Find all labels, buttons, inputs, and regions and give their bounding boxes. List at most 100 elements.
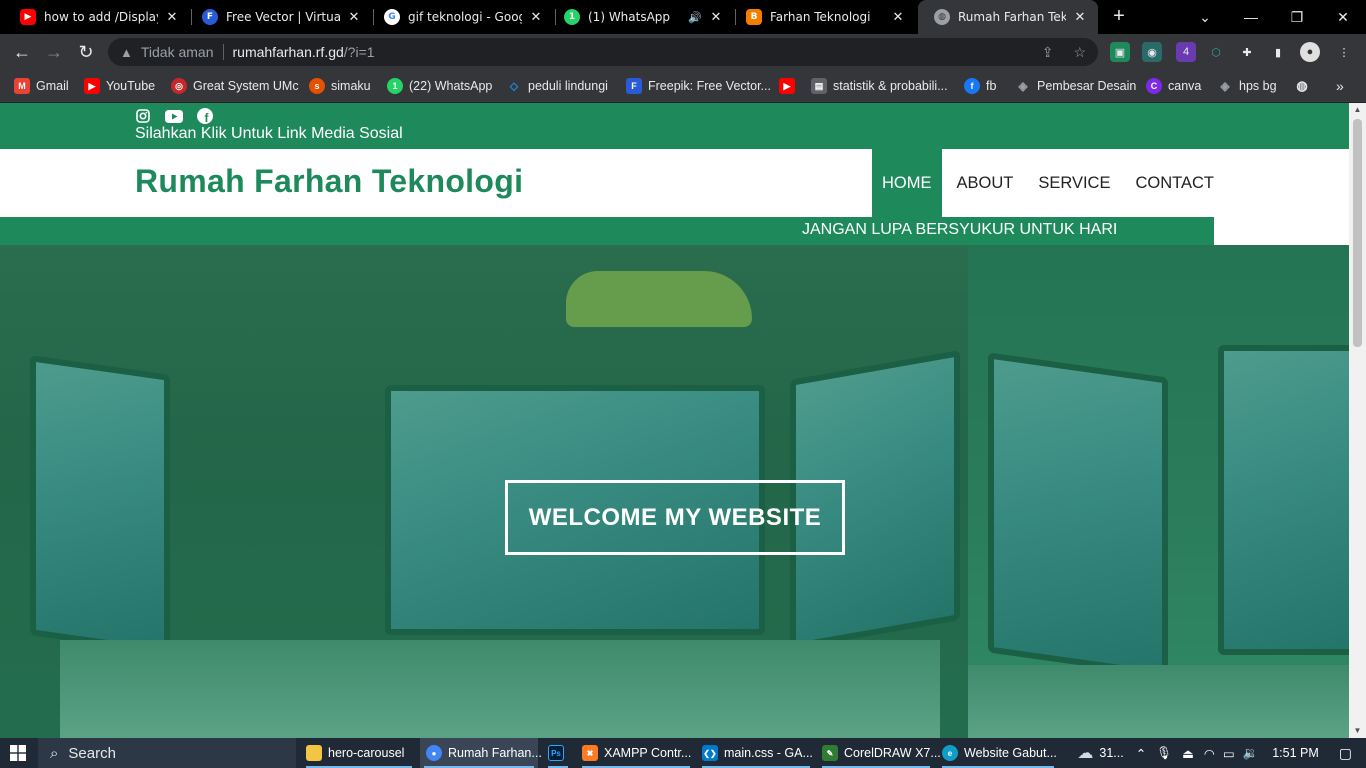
more-bookmarks-icon[interactable]: » xyxy=(1336,76,1344,96)
tab-youtube[interactable]: ▶ how to add /Display G ✕ xyxy=(4,0,190,34)
menu-dots-icon[interactable]: ⋮ xyxy=(1334,42,1354,62)
edge-icon: e xyxy=(942,745,958,761)
close-icon[interactable]: ✕ xyxy=(346,10,362,25)
battery-icon[interactable]: ▭ xyxy=(1223,746,1235,761)
bookmark-pembesar-desain[interactable]: ◈ Pembesar Desain xyxy=(1015,76,1136,96)
bookmark-umc[interactable]: ◎ Great System UMc xyxy=(171,76,299,96)
chevron-up-icon[interactable]: ⌃ xyxy=(1136,746,1146,761)
bookmark-hps-bg[interactable]: ◈ hps bg xyxy=(1217,76,1276,96)
xampp-icon: ✖ xyxy=(582,745,598,761)
bookmark-simaku[interactable]: s simaku xyxy=(309,76,371,96)
extension-icon[interactable]: ▣ xyxy=(1110,42,1130,62)
taskbar-item-edge[interactable]: e Website Gabut... xyxy=(938,738,1058,768)
taskbar-item-vscode[interactable]: ❮❯ main.css - GA... xyxy=(698,738,814,768)
site-brand[interactable]: Rumah Farhan Teknologi xyxy=(135,163,523,200)
profile-avatar[interactable]: ● xyxy=(1300,42,1320,62)
close-icon[interactable]: ✕ xyxy=(890,10,906,25)
extension-icon[interactable]: ◉ xyxy=(1142,42,1162,62)
puzzle-icon[interactable]: ✚ xyxy=(1237,42,1257,62)
taskbar-search[interactable]: ⌕ Search xyxy=(38,738,296,768)
bookmark-gmail[interactable]: M Gmail xyxy=(14,76,69,96)
gmail-icon: M xyxy=(14,78,30,94)
freepik-icon: F xyxy=(202,9,218,25)
security-label[interactable]: Tidak aman xyxy=(141,44,214,60)
bookmarks-bar: M Gmail ▶ YouTube ◎ Great System UMc s simak… xyxy=(0,70,1366,102)
layers-icon: ◈ xyxy=(1220,79,1230,93)
taskbar-item-photoshop[interactable]: Ps xyxy=(544,738,572,768)
google-icon: G xyxy=(384,9,400,25)
scrollbar-thumb[interactable] xyxy=(1353,119,1362,347)
nav-about[interactable]: ABOUT xyxy=(947,149,1024,217)
bookmark-globe[interactable]: ◍ xyxy=(1294,76,1316,96)
extension-icon[interactable]: 4 xyxy=(1176,42,1196,62)
tab-blogger[interactable]: B Farhan Teknologi ✕ xyxy=(730,0,916,34)
close-window-button[interactable]: ✕ xyxy=(1320,0,1366,34)
tab-google[interactable]: G gif teknologi - Google ✕ xyxy=(368,0,554,34)
bookmark-peduli-lindungi[interactable]: ⬦ peduli lindungi xyxy=(506,76,608,96)
bookmark-canva[interactable]: Ccanva xyxy=(1146,76,1201,96)
close-icon[interactable]: ✕ xyxy=(528,10,544,25)
usb-icon[interactable]: ⏏ xyxy=(1182,746,1194,761)
taskbar-item-explorer[interactable]: hero-carousel xyxy=(302,738,416,768)
browser-toolbar: ← → ↻ ▲ Tidak aman rumahfarhan.rf.gd /?i… xyxy=(0,34,1366,70)
taskbar-item-coreldraw[interactable]: ✎ CorelDRAW X7... xyxy=(818,738,941,768)
bookmark-whatsapp[interactable]: 1 (22) WhatsApp xyxy=(387,76,492,96)
nav-contact[interactable]: CONTACT xyxy=(1125,149,1224,217)
notification-icon[interactable]: ▢ xyxy=(1339,745,1352,762)
scroll-up-icon[interactable]: ▲ xyxy=(1349,103,1366,117)
bookmark-fb[interactable]: f fb xyxy=(964,76,996,96)
bookmark-youtube[interactable]: ▶ YouTube xyxy=(84,76,155,96)
address-bar[interactable]: ▲ Tidak aman rumahfarhan.rf.gd /?i=1 ⇪ ☆ xyxy=(108,38,1098,66)
close-icon[interactable]: ✕ xyxy=(1072,10,1088,25)
speaker-icon[interactable]: 🔊 xyxy=(688,11,702,24)
side-panel-icon[interactable]: ▮ xyxy=(1268,42,1288,62)
page-scrollbar[interactable]: ▲ ▼ xyxy=(1349,103,1366,738)
tab-rumah-farhan[interactable]: ◍ Rumah Farhan Teknolo ✕ xyxy=(918,0,1098,34)
start-button[interactable] xyxy=(0,738,36,768)
nav-service[interactable]: SERVICE xyxy=(1028,149,1120,217)
taskbar-item-chrome[interactable]: ● Rumah Farhan... xyxy=(420,738,542,768)
maximize-button[interactable]: ❐ xyxy=(1274,0,1320,34)
tab-whatsapp[interactable]: 1 (1) WhatsApp 🔊 ✕ xyxy=(548,0,734,34)
canva-icon: C xyxy=(1146,78,1162,94)
page-viewport: f Silahkan Klik Untuk Link Media Sosial … xyxy=(0,103,1366,738)
facebook-icon[interactable]: f xyxy=(197,108,213,124)
taskbar-item-xampp[interactable]: ✖ XAMPP Contr... xyxy=(578,738,694,768)
wifi-icon[interactable]: ◠ xyxy=(1204,746,1215,761)
windows-taskbar: ⌕ Search hero-carousel ● Rumah Farhan... … xyxy=(0,738,1366,768)
bookmark-statistik[interactable]: ▤ statistik & probabili... xyxy=(811,76,948,96)
photoshop-icon: Ps xyxy=(548,745,564,761)
hero-title-box[interactable]: WELCOME MY WEBSITE xyxy=(505,480,845,555)
warning-icon[interactable]: ▲ xyxy=(120,45,133,60)
url-path: /?i=1 xyxy=(343,44,375,60)
share-icon[interactable]: ⇪ xyxy=(1042,44,1054,61)
microphone-icon[interactable]: 🎙 xyxy=(1156,746,1172,761)
clock-text[interactable]: 1:51 PM xyxy=(1272,746,1319,760)
close-icon[interactable]: ✕ xyxy=(164,10,180,25)
minimize-button[interactable]: — xyxy=(1228,0,1274,34)
umc-icon: ◎ xyxy=(171,78,187,94)
reload-button[interactable]: ↻ xyxy=(74,40,98,64)
document-icon: ▤ xyxy=(811,78,827,94)
scroll-down-icon[interactable]: ▼ xyxy=(1349,724,1366,738)
bookmark-star-icon[interactable]: ☆ xyxy=(1073,44,1086,61)
tab-freepik[interactable]: F Free Vector | Virtual re ✕ xyxy=(186,0,372,34)
youtube-icon: ▶ xyxy=(779,78,795,94)
weather-text[interactable]: 31... xyxy=(1099,746,1123,760)
new-tab-button[interactable]: + xyxy=(1108,5,1130,27)
close-icon[interactable]: ✕ xyxy=(708,10,724,25)
extension-icon[interactable]: ⬡ xyxy=(1206,42,1226,62)
running-text: JANGAN LUPA BERSYUKUR UNTUK HARI xyxy=(0,217,1214,245)
tab-search-icon[interactable]: ⌄ xyxy=(1182,0,1228,34)
instagram-icon[interactable] xyxy=(135,108,151,124)
youtube-icon[interactable] xyxy=(165,108,183,124)
social-links: f xyxy=(135,108,213,124)
nav-home[interactable]: HOME xyxy=(872,149,942,217)
vscode-icon: ❮❯ xyxy=(702,745,718,761)
volume-icon[interactable]: 🔉 xyxy=(1243,746,1259,761)
cloud-icon[interactable]: ☁ xyxy=(1077,743,1093,763)
bookmark-freepik[interactable]: F Freepik: Free Vector... xyxy=(626,76,771,96)
back-button[interactable]: ← xyxy=(10,40,34,64)
forward-button[interactable]: → xyxy=(42,40,66,64)
bookmark-youtube-2[interactable]: ▶ xyxy=(779,76,801,96)
